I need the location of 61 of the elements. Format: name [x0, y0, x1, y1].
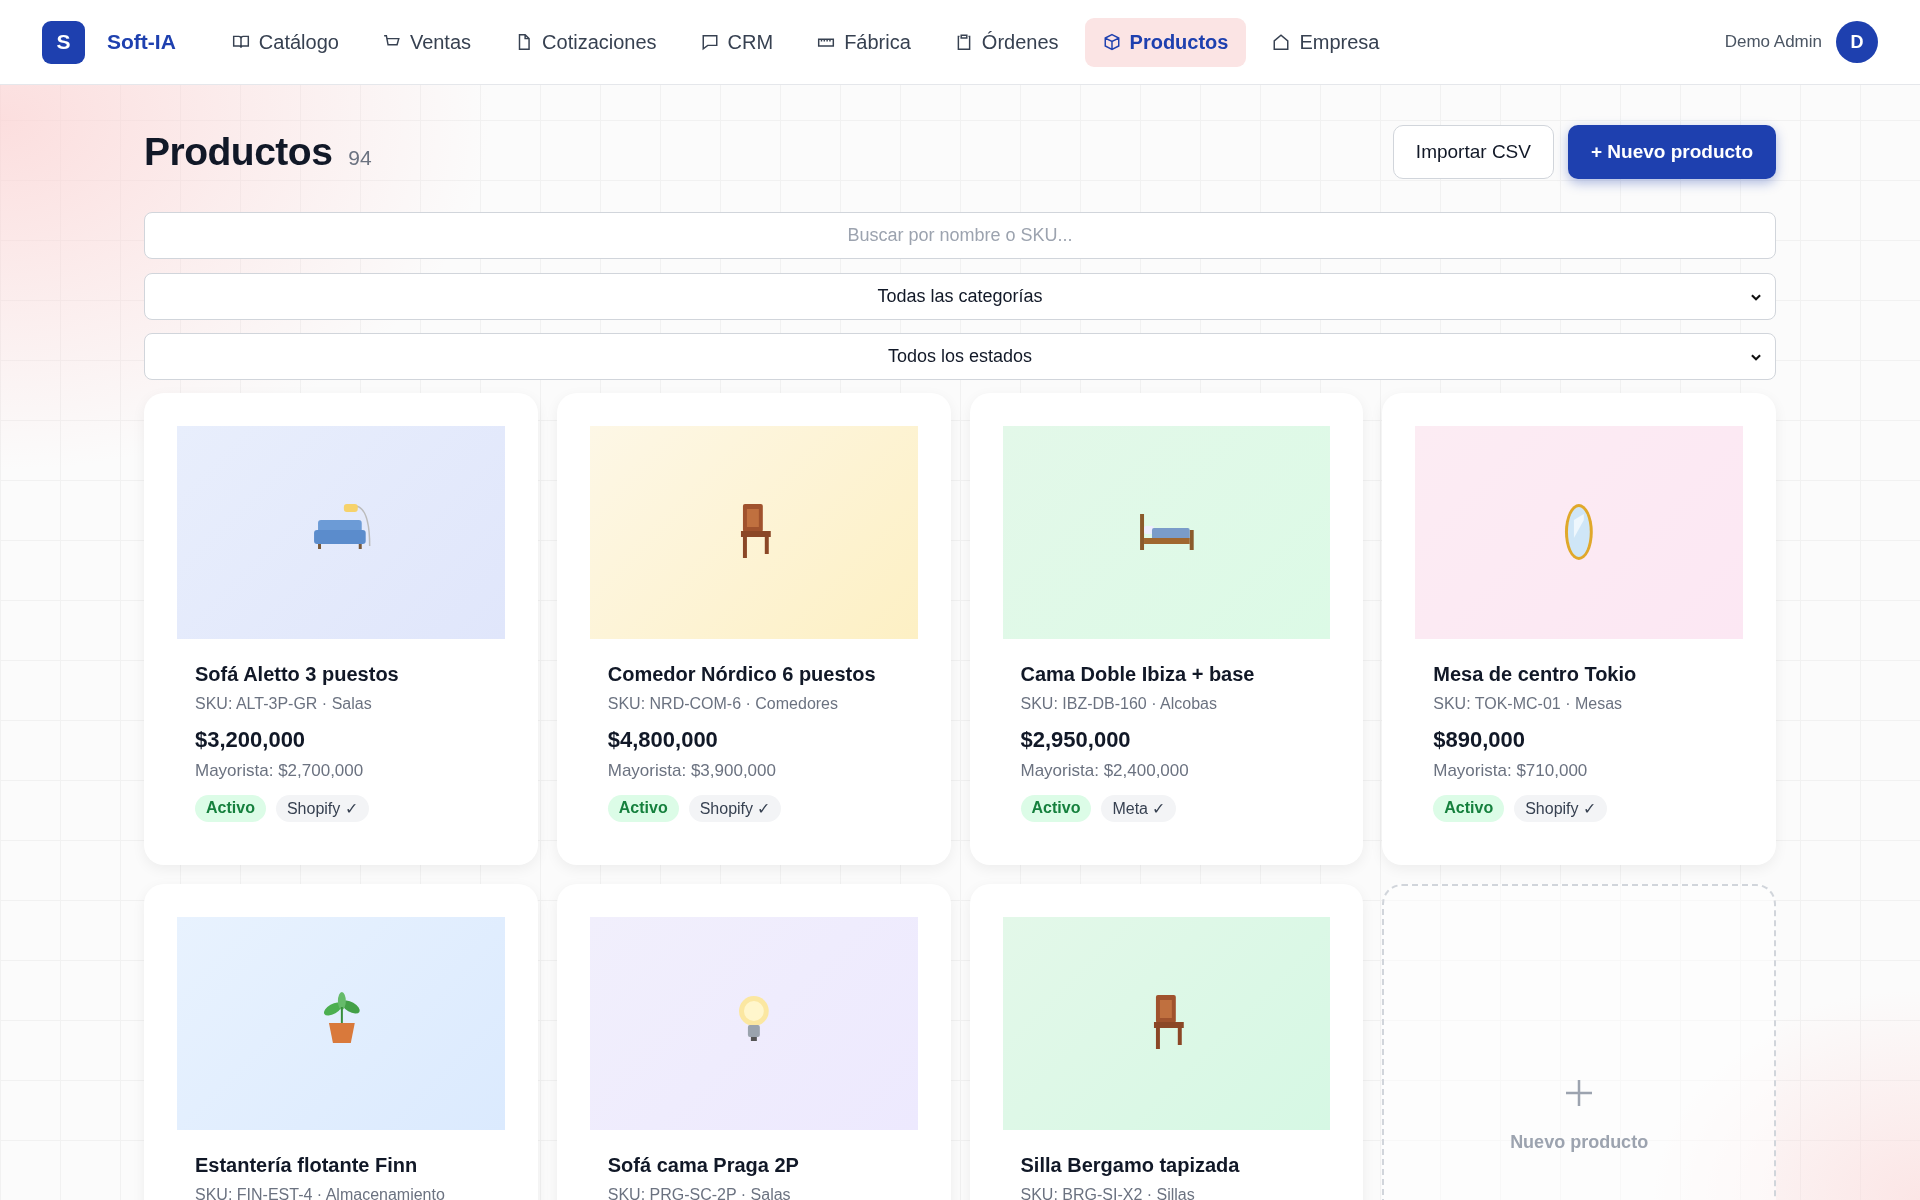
product-card[interactable]: Mesa de centro Tokio SKU: TOK-MC-01 · Mesas $890,000 Mayorista: $710,000 Activo Shopify ✓	[1382, 393, 1776, 865]
nav-tab[interactable]: CRM	[682, 17, 792, 67]
product-count: 94	[348, 146, 372, 170]
wholesale-price: Mayorista: $3,900,000	[607, 761, 777, 781]
search-field[interactable]: Buscar por nombre o SKU...	[144, 212, 1776, 259]
product-card[interactable]: Sofá Aletto 3 puestos SKU: ALT-3P-GR · Salas $3,200,000 Mayorista: $2,700,000 Activo Shopify ✓	[144, 393, 538, 865]
nav-tab[interactable]: Ventas	[364, 17, 490, 67]
channel-tag: Meta ✓	[1101, 795, 1177, 822]
product-name: Silla Bergamo tapizada	[1020, 1154, 1241, 1177]
user-avatar[interactable]: D	[1836, 21, 1878, 63]
product-price: $3,200,000	[195, 727, 307, 753]
product-price: $890,000	[1433, 727, 1526, 753]
product-card[interactable]: Comedor Nórdico 6 puestos SKU: NRD-COM-6 · Comedores $4,800,000 Mayorista: $3,900,000 Activo Shopify ✓	[556, 393, 951, 865]
status-tag: Activo	[195, 795, 266, 822]
product-card[interactable]: Estantería flotante Finn SKU: FIN-EST-4 · Almacenamiento	[144, 884, 538, 1200]
channel-tag: Shopify ✓	[275, 795, 369, 822]
product-sku: SKU: IBZ-DB-160 · Alcobas	[1020, 695, 1218, 713]
product-name: Estantería flotante Finn	[195, 1154, 419, 1177]
nav-tab[interactable]: Órdenes	[936, 17, 1077, 67]
nav-tab[interactable]: Productos	[1084, 17, 1247, 67]
page-title: Productos	[144, 130, 333, 174]
product-sku: SKU: FIN-EST-4 · Almacenamiento	[195, 1186, 446, 1200]
wholesale-price: Mayorista: $2,700,000	[195, 761, 365, 781]
wholesale-price: Mayorista: $2,400,000	[1020, 761, 1190, 781]
product-price: $2,950,000	[1020, 727, 1132, 753]
product-card[interactable]: Silla Bergamo tapizada SKU: BRG-SI-X2 · Sillas	[969, 884, 1364, 1200]
status-tag: Activo	[1433, 795, 1505, 822]
channel-tag: Shopify ✓	[1514, 795, 1607, 822]
product-name: Sofá Aletto 3 puestos	[195, 663, 400, 686]
plus-icon	[1564, 1078, 1595, 1108]
product-sku: SKU: NRD-COM-6 · Comedores	[607, 695, 839, 713]
filter-dropdown[interactable]: Todos los estados	[144, 333, 1776, 380]
new-product-button[interactable]: + Nuevo producto	[1567, 125, 1776, 179]
nav-tab[interactable]: Empresa	[1254, 17, 1398, 67]
nav-tab[interactable]: Catálogo	[213, 17, 357, 67]
chat-icon	[700, 33, 719, 51]
logo[interactable]: S	[42, 20, 85, 64]
brand-name[interactable]: Soft-IA	[107, 30, 176, 54]
product-sku: SKU: BRG-SI-X2 · Sillas	[1020, 1186, 1196, 1200]
channel-tag: Shopify ✓	[688, 795, 782, 822]
product-card[interactable]: Cama Doble Ibiza + base SKU: IBZ-DB-160 · Alcobas $2,950,000 Mayorista: $2,400,000 Activo Meta ✓	[969, 393, 1364, 865]
product-name: Mesa de centro Tokio	[1433, 663, 1638, 686]
product-price: $4,800,000	[607, 727, 719, 753]
product-card[interactable]: Sofá cama Praga 2P SKU: PRG-SC-2P · Salas	[556, 884, 951, 1200]
product-name: Cama Doble Ibiza + base	[1020, 663, 1256, 686]
product-name: Comedor Nórdico 6 puestos	[607, 663, 877, 686]
product-sku: SKU: TOK-MC-01 · Mesas	[1433, 695, 1624, 713]
status-tag: Activo	[607, 795, 679, 822]
book-icon	[231, 33, 250, 51]
import-csv-button[interactable]: Importar CSV	[1392, 125, 1554, 179]
status-tag: Activo	[1020, 795, 1092, 822]
box-icon	[1102, 33, 1121, 51]
user-name[interactable]: Demo Admin	[1724, 32, 1822, 52]
product-name: Sofá cama Praga 2P	[607, 1154, 800, 1177]
product-sku: SKU: PRG-SC-2P · Salas	[607, 1186, 792, 1200]
nav-tab[interactable]: Cotizaciones	[497, 17, 675, 67]
wholesale-price: Mayorista: $710,000	[1433, 761, 1589, 781]
nav-tab[interactable]: Fábrica	[799, 17, 929, 67]
home-icon	[1272, 33, 1291, 51]
product-sku: SKU: ALT-3P-GR · Salas	[195, 695, 373, 713]
filter-dropdown[interactable]: Todas las categorías	[144, 273, 1776, 320]
